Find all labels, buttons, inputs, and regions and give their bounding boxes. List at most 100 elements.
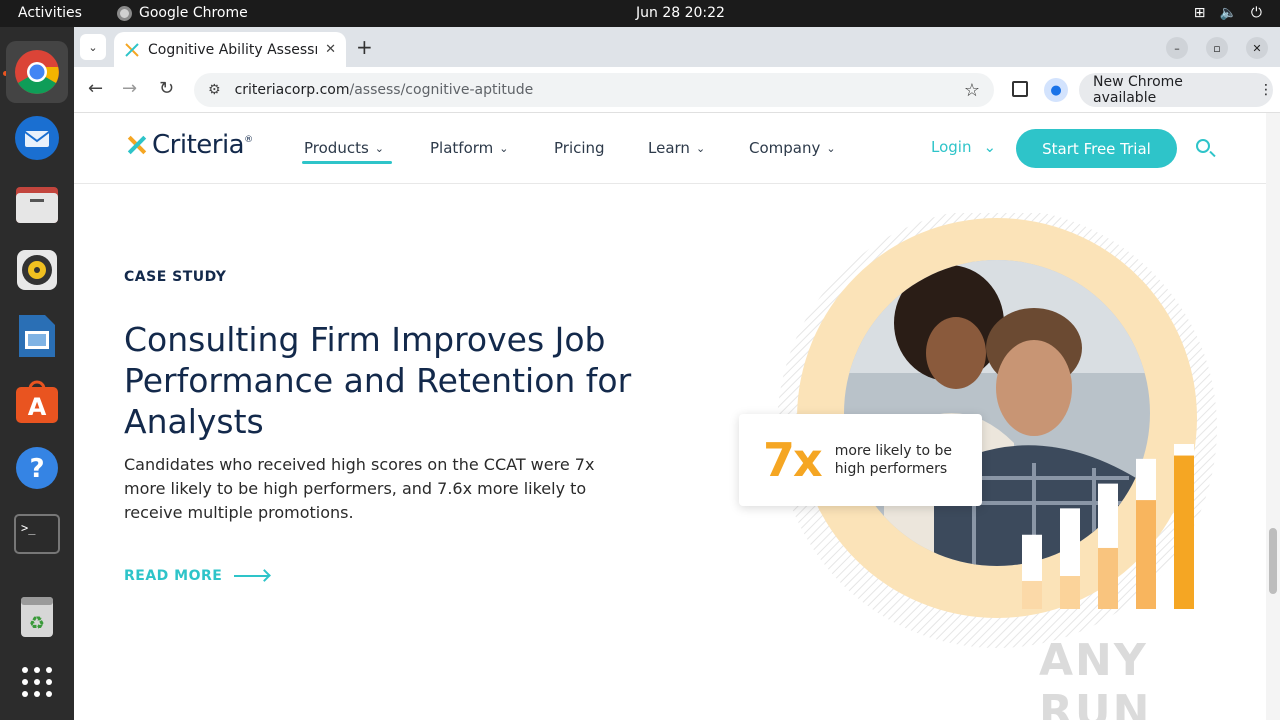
nav-company[interactable]: Company ⌄: [749, 139, 836, 157]
read-more-label: READ MORE: [124, 568, 223, 584]
profile-avatar[interactable]: ●: [1044, 78, 1068, 102]
dock-chrome[interactable]: [6, 41, 68, 103]
terminal-icon: >_: [14, 514, 60, 554]
volume-icon: 🔈: [1219, 5, 1237, 21]
tab-search-button[interactable]: ⌄: [80, 34, 106, 60]
system-tray[interactable]: ⊞ 🔈 ⏻: [1194, 5, 1262, 21]
logo-wordmark: Criteria: [152, 130, 245, 160]
rhythmbox-icon: [17, 250, 57, 290]
active-tab[interactable]: Cognitive Ability Assessm ✕: [114, 32, 346, 67]
web-page: Criteria ® Products ⌄ Platform ⌄ Pricing L…: [74, 113, 1266, 720]
network-icon: ⊞: [1193, 5, 1206, 21]
dock: A ? >_ ♻: [0, 27, 74, 720]
side-panel-icon[interactable]: [1012, 81, 1028, 97]
tab-close-icon[interactable]: ✕: [325, 42, 336, 57]
dock-thunderbird[interactable]: [6, 107, 68, 169]
chevron-down-icon: ⌄: [983, 138, 997, 156]
stat-card: 7x more likely to be high performers: [739, 414, 982, 506]
read-more-link[interactable]: READ MORE: [124, 568, 269, 584]
criteria-logo-icon: [124, 129, 150, 161]
minimize-button[interactable]: –: [1166, 37, 1188, 59]
nav-label: Company: [749, 139, 821, 157]
case-study-headline: Consulting Firm Improves Job Performance…: [124, 320, 632, 441]
criteria-favicon: [125, 42, 139, 57]
close-window-button[interactable]: ✕: [1246, 37, 1268, 59]
dock-terminal[interactable]: >_: [6, 503, 68, 565]
start-free-trial-button[interactable]: Start Free Trial: [1016, 129, 1177, 168]
dock-help[interactable]: ?: [6, 437, 68, 499]
files-icon: [16, 187, 58, 223]
kebab-menu-icon[interactable]: ⋮: [1259, 82, 1273, 98]
app-name: Google Chrome: [139, 5, 248, 21]
nav-platform[interactable]: Platform ⌄: [430, 139, 508, 157]
new-tab-button[interactable]: +: [356, 35, 373, 59]
chevron-down-icon: ⌄: [88, 40, 98, 54]
chrome-update-button[interactable]: New Chrome available ⋮: [1079, 73, 1273, 107]
chevron-down-icon: ⌄: [695, 141, 706, 155]
back-button[interactable]: ←: [88, 78, 103, 99]
arrow-right-icon: [234, 575, 269, 577]
nav-label: Platform: [430, 139, 494, 157]
site-info-icon[interactable]: ⚙: [208, 82, 221, 98]
registered-mark: ®: [244, 135, 254, 145]
nav-products[interactable]: Products ⌄: [304, 139, 384, 157]
reload-button[interactable]: ↻: [159, 78, 174, 99]
help-icon: ?: [16, 447, 58, 489]
dock-software[interactable]: A: [6, 371, 68, 433]
search-icon[interactable]: [1196, 139, 1210, 153]
trash-icon: ♻: [21, 597, 53, 637]
stat-value: 7x: [763, 433, 823, 487]
login-label: Login: [931, 138, 972, 156]
page-scrollbar[interactable]: [1266, 113, 1280, 720]
criteria-logo[interactable]: Criteria ®: [124, 129, 253, 161]
update-label: New Chrome available: [1093, 74, 1183, 106]
dock-files[interactable]: [6, 173, 68, 235]
chevron-down-icon: ⌄: [826, 141, 836, 155]
address-bar[interactable]: ⚙ criteriacorp.com/assess/cognitive-apti…: [194, 73, 994, 107]
tab-title: Cognitive Ability Assessm: [148, 41, 318, 58]
login-menu[interactable]: Login ⌄: [931, 138, 996, 156]
writer-icon: [19, 315, 55, 357]
scrollbar-thumb[interactable]: [1269, 528, 1277, 594]
software-center-icon: A: [16, 380, 58, 423]
nav-label: Pricing: [554, 139, 605, 157]
nav-pricing[interactable]: Pricing: [554, 139, 605, 157]
maximize-button[interactable]: ▫: [1206, 37, 1228, 59]
url-host: criteriacorp.com: [234, 82, 350, 98]
bookmark-star-icon[interactable]: ☆: [964, 80, 980, 101]
chevron-down-icon: ⌄: [374, 141, 384, 155]
forward-button[interactable]: →: [122, 78, 137, 99]
app-grid-icon: [22, 667, 52, 697]
anyrun-watermark: ANY RUN: [1039, 635, 1152, 720]
svg-text:A: A: [28, 393, 47, 421]
site-header: Criteria ® Products ⌄ Platform ⌄ Pricing L…: [74, 113, 1266, 184]
thunderbird-icon: [15, 116, 59, 160]
chrome-icon: [15, 50, 59, 94]
nav-label: Learn: [648, 139, 690, 157]
stat-caption: more likely to be high performers: [834, 443, 953, 477]
bar-fill: [1098, 547, 1118, 609]
activities-button[interactable]: Activities: [18, 5, 82, 21]
svg-text:♻: ♻: [29, 613, 45, 634]
app-menu[interactable]: Google Chrome: [117, 5, 248, 21]
svg-text:?: ?: [29, 454, 44, 484]
dock-show-apps[interactable]: [6, 651, 68, 713]
bar-fill: [1060, 576, 1080, 609]
nav-learn[interactable]: Learn ⌄: [648, 139, 705, 157]
dock-writer[interactable]: [6, 305, 68, 367]
clock[interactable]: Jun 28 20:22: [636, 5, 725, 21]
bar-fill: [1022, 580, 1042, 609]
power-icon: ⏻: [1250, 5, 1262, 21]
bar-fill: [1136, 500, 1156, 609]
dock-trash[interactable]: ♻: [6, 585, 68, 647]
nav-active-underline: [302, 161, 392, 164]
nav-label: Products: [304, 139, 369, 157]
chrome-window: ⌄ Cognitive Ability Assessm ✕ + – ▫ ✕ ← …: [74, 27, 1280, 720]
chevron-down-icon: ⌄: [499, 141, 509, 155]
tab-strip: ⌄ Cognitive Ability Assessm ✕ + – ▫ ✕: [74, 27, 1280, 67]
case-study-eyebrow: CASE STUDY: [124, 269, 227, 285]
case-study-summary: Candidates who received high scores on t…: [124, 455, 595, 522]
svg-text:>_: >_: [21, 521, 36, 535]
dock-rhythmbox[interactable]: [6, 239, 68, 301]
bar-fill: [1174, 455, 1194, 609]
